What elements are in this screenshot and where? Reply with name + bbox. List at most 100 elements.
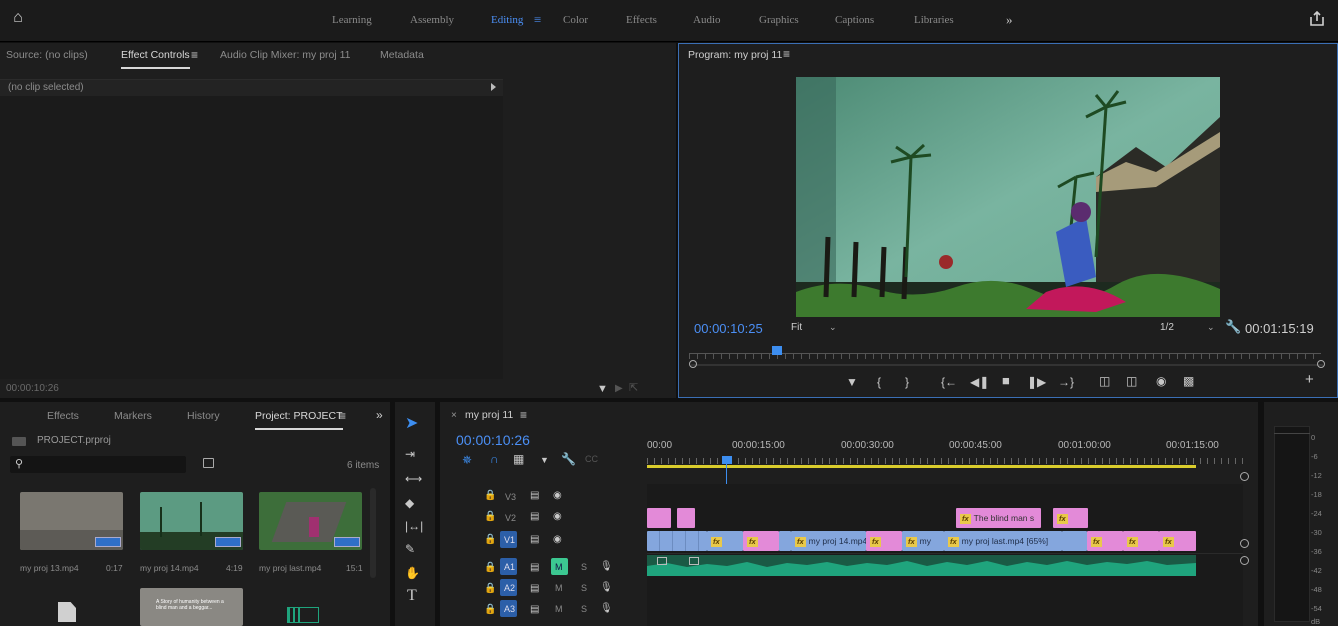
tab-audio-clip-mixer[interactable]: Audio Clip Mixer: my proj 11 <box>220 49 351 61</box>
snap-icon[interactable]: ∩ <box>490 453 499 465</box>
add-button-icon[interactable]: + <box>1305 372 1314 387</box>
lift-icon[interactable]: ◫ <box>1099 375 1110 387</box>
lock-icon[interactable]: 🔒 <box>484 534 496 546</box>
extract-icon[interactable]: ◫ <box>1126 375 1137 387</box>
microphone-icon[interactable]: 🎙 <box>600 582 613 594</box>
track-select-tool-icon[interactable]: ⇥ <box>405 448 415 460</box>
workspace-learning[interactable]: Learning <box>332 14 372 26</box>
chevron-down-icon[interactable]: ⌄ <box>829 322 837 333</box>
video-frame[interactable] <box>796 77 1220 317</box>
tab-source[interactable]: Source: (no clips) <box>6 49 88 61</box>
effect-controls-menu-icon[interactable]: ≡ <box>191 48 198 62</box>
track-label-v1[interactable]: V1 <box>504 535 515 545</box>
zoom-scrollbar[interactable] <box>689 360 1325 368</box>
tab-project[interactable]: Project: PROJECT <box>255 410 343 430</box>
mark-out-icon[interactable]: } <box>905 376 909 388</box>
playhead[interactable] <box>722 456 732 464</box>
resolution-dropdown[interactable]: 1/2 <box>1160 322 1174 333</box>
clip-v2[interactable]: fx <box>1053 508 1088 528</box>
lock-icon[interactable]: 🔒 <box>484 490 496 502</box>
workspace-audio[interactable]: Audio <box>693 14 721 26</box>
microphone-icon[interactable]: 🎙 <box>600 561 613 573</box>
share-icon[interactable] <box>1308 10 1326 28</box>
eye-icon[interactable]: ◉ <box>553 511 562 523</box>
nest-icon[interactable]: ✵ <box>462 454 472 466</box>
mute-button[interactable]: M <box>555 604 563 614</box>
title-thumbnail[interactable]: A Story of humanity between a blind man … <box>140 588 243 626</box>
selection-tool-icon[interactable]: ➤ <box>405 416 418 432</box>
eye-icon[interactable]: ◉ <box>553 490 562 502</box>
expand-arrow-icon[interactable] <box>491 83 496 91</box>
workspace-overflow-icon[interactable]: » <box>1006 12 1013 28</box>
clip-v2[interactable] <box>647 508 671 528</box>
clip-v1[interactable]: fx <box>707 531 743 551</box>
timeline-settings-icon[interactable]: 🔧 <box>561 453 576 465</box>
step-back-icon[interactable]: ◀❚ <box>970 376 989 388</box>
captions-icon[interactable]: CC <box>585 453 598 465</box>
tab-metadata[interactable]: Metadata <box>380 49 424 61</box>
workspace-color[interactable]: Color <box>563 14 588 26</box>
fit-dropdown[interactable]: Fit <box>791 322 802 333</box>
clip-v1[interactable]: fx <box>743 531 779 551</box>
project-search-input[interactable]: ⚲ <box>10 456 186 473</box>
track-label-a3[interactable]: A3 <box>504 604 515 614</box>
clip-v1[interactable] <box>1062 531 1087 551</box>
vertical-zoom-handle[interactable] <box>1240 539 1249 548</box>
clip-thumbnail[interactable] <box>140 492 243 550</box>
add-marker-icon[interactable]: ▼ <box>540 454 549 466</box>
workspace-assembly[interactable]: Assembly <box>410 14 454 26</box>
add-marker-icon[interactable]: ▼ <box>846 376 858 388</box>
sync-lock-icon[interactable]: ▤ <box>530 511 539 523</box>
filter-icon[interactable]: ▼ <box>597 383 608 395</box>
track-label-v2[interactable]: V2 <box>505 513 516 523</box>
sync-lock-icon[interactable]: ▤ <box>530 534 539 546</box>
razor-tool-icon[interactable]: ◆ <box>405 497 414 509</box>
program-playhead[interactable] <box>772 346 783 355</box>
lock-icon[interactable]: 🔒 <box>484 511 496 523</box>
tracks-area[interactable]: fx The blind man s fx fx fx fx my proj 14.… <box>647 484 1243 626</box>
sync-lock-icon[interactable]: ▤ <box>530 583 539 595</box>
timeline-timecode[interactable]: 00:00:10:26 <box>456 432 530 448</box>
track-label-a1[interactable]: A1 <box>504 562 515 572</box>
clip-thumbnail[interactable] <box>20 492 123 550</box>
panel-overflow-icon[interactable]: » <box>376 408 383 422</box>
resolution-chevron-icon[interactable]: ⌄ <box>1207 322 1215 333</box>
pen-tool-icon[interactable]: ✎ <box>405 543 415 555</box>
track-label-a2[interactable]: A2 <box>504 583 515 593</box>
mark-in-icon[interactable]: { <box>877 376 881 388</box>
export-icon[interactable]: ⇱ <box>629 382 638 394</box>
clip-v1[interactable]: fx <box>1123 531 1159 551</box>
program-scrub-bar[interactable] <box>689 346 1321 363</box>
track-scrollbar[interactable] <box>1235 484 1243 626</box>
compare-icon[interactable]: ▩ <box>1183 375 1194 387</box>
vertical-zoom-handle[interactable] <box>1240 556 1249 565</box>
workspace-menu-icon[interactable]: ≡ <box>534 12 541 28</box>
ripple-edit-tool-icon[interactable]: ⟷ <box>405 473 422 485</box>
tab-effects[interactable]: Effects <box>47 410 79 422</box>
sequence-menu-icon[interactable]: ≡ <box>520 408 527 422</box>
clip-v1[interactable] <box>779 531 791 551</box>
program-timecode[interactable]: 00:00:10:25 <box>694 321 763 336</box>
audio-clip-a1[interactable] <box>647 555 1196 576</box>
slip-tool-icon[interactable]: |↔| <box>405 520 423 532</box>
lock-icon[interactable]: 🔒 <box>484 604 496 616</box>
workspace-editing[interactable]: Editing <box>491 14 523 26</box>
workspace-captions[interactable]: Captions <box>835 14 874 26</box>
sync-lock-icon[interactable]: ▤ <box>530 490 539 502</box>
play-audio-icon[interactable]: ▶ <box>615 383 623 395</box>
linked-selection-icon[interactable]: ▦ <box>513 453 524 465</box>
lock-icon[interactable]: 🔒 <box>484 583 496 595</box>
sequence-tab[interactable]: my proj 11 <box>465 409 513 421</box>
project-scrollbar[interactable] <box>370 488 376 578</box>
clip-thumbnail[interactable] <box>259 492 362 550</box>
wrench-icon[interactable]: 🔧 <box>1225 319 1241 335</box>
clip-v1[interactable]: fx <box>866 531 902 551</box>
lock-icon[interactable]: 🔒 <box>484 562 496 574</box>
workspace-libraries[interactable]: Libraries <box>914 14 954 26</box>
track-label-v3[interactable]: V3 <box>505 492 516 502</box>
microphone-icon[interactable]: 🎙 <box>600 603 613 615</box>
sync-lock-icon[interactable]: ▤ <box>530 604 539 616</box>
program-menu-icon[interactable]: ≡ <box>783 47 790 61</box>
clip-v1[interactable]: fx <box>1087 531 1123 551</box>
tab-effect-controls[interactable]: Effect Controls <box>121 49 190 69</box>
